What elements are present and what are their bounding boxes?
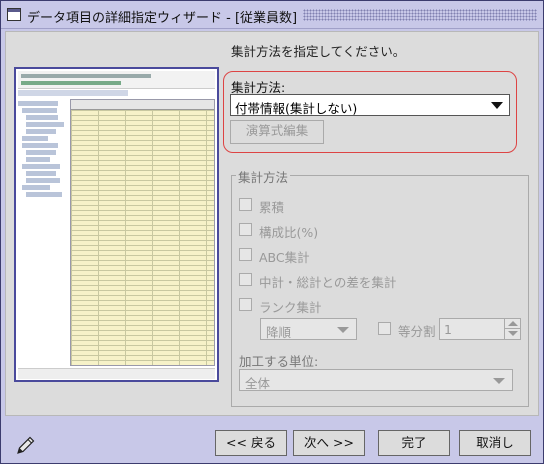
aggregation-select[interactable]: 付帯情報(集計しない) [230, 94, 510, 116]
back-button[interactable]: << 戻る [215, 430, 287, 456]
preview-status-bar [18, 368, 215, 379]
expression-edit-button[interactable]: 演算式編集 [230, 120, 324, 144]
title-bar-pattern [303, 9, 537, 21]
chevron-down-icon[interactable] [491, 102, 503, 109]
pencil-icon [17, 436, 35, 454]
report-preview-image [14, 67, 219, 382]
composition-ratio-checkbox[interactable] [239, 223, 252, 236]
preview-tree [18, 99, 68, 366]
diff-total-label: 中計・総計との差を集計 [259, 275, 397, 290]
rank-order-select[interactable]: 降順 [260, 318, 357, 340]
instruction-text: 集計方法を指定してください。 [231, 44, 406, 59]
chevron-down-icon[interactable] [493, 378, 505, 384]
cumulative-checkbox[interactable] [239, 198, 252, 211]
cumulative-label: 累積 [259, 200, 285, 215]
unit-value: 全体 [245, 376, 271, 391]
finish-button[interactable]: 完了 [378, 430, 450, 456]
unit-label: 加工する単位: [239, 354, 319, 369]
aggregation-selected-value: 付帯情報(集計しない) [235, 101, 358, 116]
equal-division-checkbox[interactable] [378, 322, 391, 335]
cancel-button[interactable]: 取消し [459, 430, 531, 456]
rank-checkbox[interactable] [239, 298, 252, 311]
equal-division-label: 等分割 [398, 324, 436, 339]
diff-total-checkbox[interactable] [239, 273, 252, 286]
unit-select[interactable]: 全体 [239, 369, 513, 391]
wizard-window: データ項目の詳細指定ウィザード - [従業員数] 集計方法を指定してください。 … [0, 0, 544, 464]
preview-breadcrumb [18, 90, 128, 96]
next-button[interactable]: 次へ >> [293, 430, 365, 456]
chevron-down-icon[interactable] [337, 327, 349, 333]
method-group-title: 集計方法 [236, 167, 291, 186]
rank-label: ランク集計 [259, 300, 322, 315]
equal-division-value: 1 [444, 322, 452, 337]
abc-label: ABC集計 [259, 250, 310, 265]
window-icon[interactable] [7, 8, 21, 21]
spinner-up-icon[interactable] [504, 319, 520, 329]
abc-checkbox[interactable] [239, 248, 252, 261]
title-bar[interactable]: データ項目の詳細指定ウィザード - [従業員数] [1, 1, 543, 29]
preview-grid [70, 99, 215, 366]
composition-ratio-label: 構成比(%) [259, 225, 319, 240]
equal-division-spinner[interactable]: 1 [439, 318, 521, 340]
rank-order-value: 降順 [266, 325, 292, 340]
window-title: データ項目の詳細指定ウィザード - [従業員数] [27, 7, 302, 26]
preview-toolbar [18, 71, 215, 89]
spinner-down-icon[interactable] [504, 329, 520, 339]
